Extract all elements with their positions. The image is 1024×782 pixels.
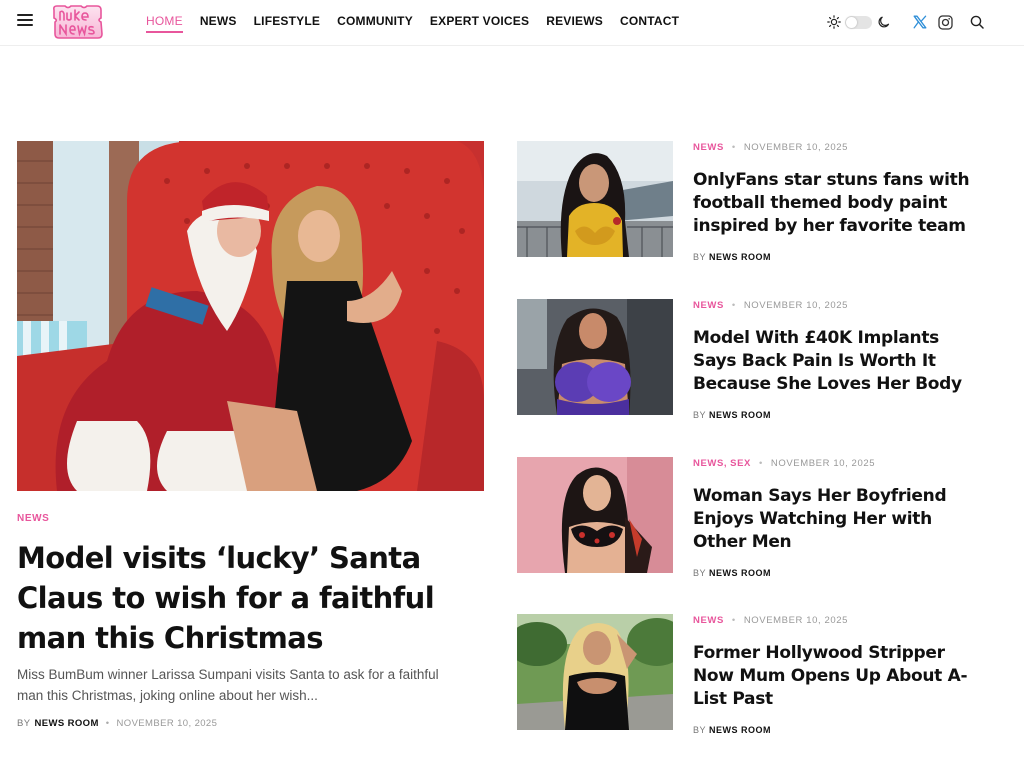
article-title[interactable]: Model With £40K Implants Says Back Pain … bbox=[693, 327, 983, 396]
article-thumbnail[interactable] bbox=[517, 299, 673, 415]
x-twitter-icon[interactable] bbox=[911, 13, 929, 31]
byline-prefix: BY bbox=[693, 568, 707, 578]
site-header: HOME NEWS LIFESTYLE COMMUNITY EXPERT VOI… bbox=[0, 0, 1024, 46]
author-link[interactable]: NEWS ROOM bbox=[709, 410, 771, 420]
article-byline: BY NEWS ROOM bbox=[693, 410, 771, 420]
nav-home[interactable]: HOME bbox=[146, 0, 183, 46]
article-title[interactable]: Former Hollywood Stripper Now Mum Opens … bbox=[693, 642, 983, 711]
moon-icon bbox=[875, 13, 893, 31]
menu-icon[interactable] bbox=[17, 14, 33, 27]
author-link[interactable]: NEWS ROOM bbox=[34, 718, 98, 729]
article-title[interactable]: OnlyFans star stuns fans with football t… bbox=[693, 169, 983, 238]
category-separator: , bbox=[723, 458, 728, 469]
article-category[interactable]: NEWS bbox=[693, 458, 724, 469]
featured-excerpt: Miss BumBum winner Larissa Sumpani visit… bbox=[17, 667, 439, 703]
article-card: NEWS • NOVEMBER 10, 2025 OnlyFans star s… bbox=[517, 141, 997, 266]
article-date: NOVEMBER 10, 2025 bbox=[743, 615, 849, 626]
article-meta: NEWS • NOVEMBER 10, 2025 bbox=[693, 615, 848, 626]
featured-title[interactable]: Model visits ‘lucky’ Santa Claus to wish… bbox=[17, 538, 447, 658]
sun-icon bbox=[825, 13, 843, 31]
article-card: NEWS • NOVEMBER 10, 2025 Former Hollywoo… bbox=[517, 614, 997, 739]
nav-community[interactable]: COMMUNITY bbox=[337, 0, 413, 46]
article-byline: BY NEWS ROOM bbox=[693, 252, 771, 262]
article-thumbnail[interactable] bbox=[517, 141, 673, 257]
dark-mode-toggle[interactable] bbox=[845, 15, 872, 29]
post-date: NOVEMBER 10, 2025 bbox=[116, 718, 218, 729]
featured-category[interactable]: NEWS bbox=[17, 513, 49, 524]
meta-separator: • bbox=[731, 300, 736, 311]
meta-separator: • bbox=[731, 615, 736, 626]
nav-reviews[interactable]: REVIEWS bbox=[546, 0, 603, 46]
article-thumbnail[interactable] bbox=[517, 614, 673, 730]
article-date: NOVEMBER 10, 2025 bbox=[743, 300, 849, 311]
author-link[interactable]: NEWS ROOM bbox=[709, 725, 771, 735]
search-icon[interactable] bbox=[968, 13, 986, 31]
site-logo[interactable] bbox=[51, 4, 105, 40]
article-title[interactable]: Woman Says Her Boyfriend Enjoys Watching… bbox=[693, 485, 983, 554]
article-byline: BY NEWS ROOM bbox=[693, 725, 771, 735]
byline-prefix: BY bbox=[693, 410, 707, 420]
main-nav: HOME NEWS LIFESTYLE COMMUNITY EXPERT VOI… bbox=[146, 0, 696, 46]
meta-separator: • bbox=[731, 142, 736, 153]
header-actions bbox=[825, 12, 986, 32]
article-category[interactable]: NEWS bbox=[693, 615, 724, 626]
byline-prefix: BY bbox=[693, 252, 707, 262]
article-category[interactable]: NEWS bbox=[693, 300, 724, 311]
article-category[interactable]: NEWS bbox=[693, 142, 724, 153]
article-card: NEWS • NOVEMBER 10, 2025 Model With £40K… bbox=[517, 299, 997, 424]
nav-lifestyle[interactable]: LIFESTYLE bbox=[254, 0, 320, 46]
article-meta: NEWS, SEX • NOVEMBER 10, 2025 bbox=[693, 458, 875, 469]
article-meta: NEWS • NOVEMBER 10, 2025 bbox=[693, 142, 848, 153]
nav-expert-voices[interactable]: EXPERT VOICES bbox=[430, 0, 529, 46]
author-link[interactable]: NEWS ROOM bbox=[709, 568, 771, 578]
article-card: NEWS, SEX • NOVEMBER 10, 2025 Woman Says… bbox=[517, 457, 997, 582]
author-link[interactable]: NEWS ROOM bbox=[709, 252, 771, 262]
byline-prefix: BY bbox=[17, 718, 31, 729]
byline-prefix: BY bbox=[693, 725, 707, 735]
meta-separator: • bbox=[758, 458, 763, 469]
meta-separator: • bbox=[105, 718, 110, 729]
featured-image[interactable] bbox=[17, 141, 484, 491]
article-meta: NEWS • NOVEMBER 10, 2025 bbox=[693, 300, 848, 311]
article-date: NOVEMBER 10, 2025 bbox=[743, 142, 849, 153]
nav-news[interactable]: NEWS bbox=[200, 0, 237, 46]
article-byline: BY NEWS ROOM bbox=[693, 568, 771, 578]
article-category[interactable]: SEX bbox=[730, 458, 751, 469]
featured-meta: BY NEWS ROOM • NOVEMBER 10, 2025 bbox=[17, 718, 217, 729]
article-date: NOVEMBER 10, 2025 bbox=[770, 458, 876, 469]
article-thumbnail[interactable] bbox=[517, 457, 673, 573]
nav-contact[interactable]: CONTACT bbox=[620, 0, 679, 46]
instagram-icon[interactable] bbox=[936, 13, 954, 31]
